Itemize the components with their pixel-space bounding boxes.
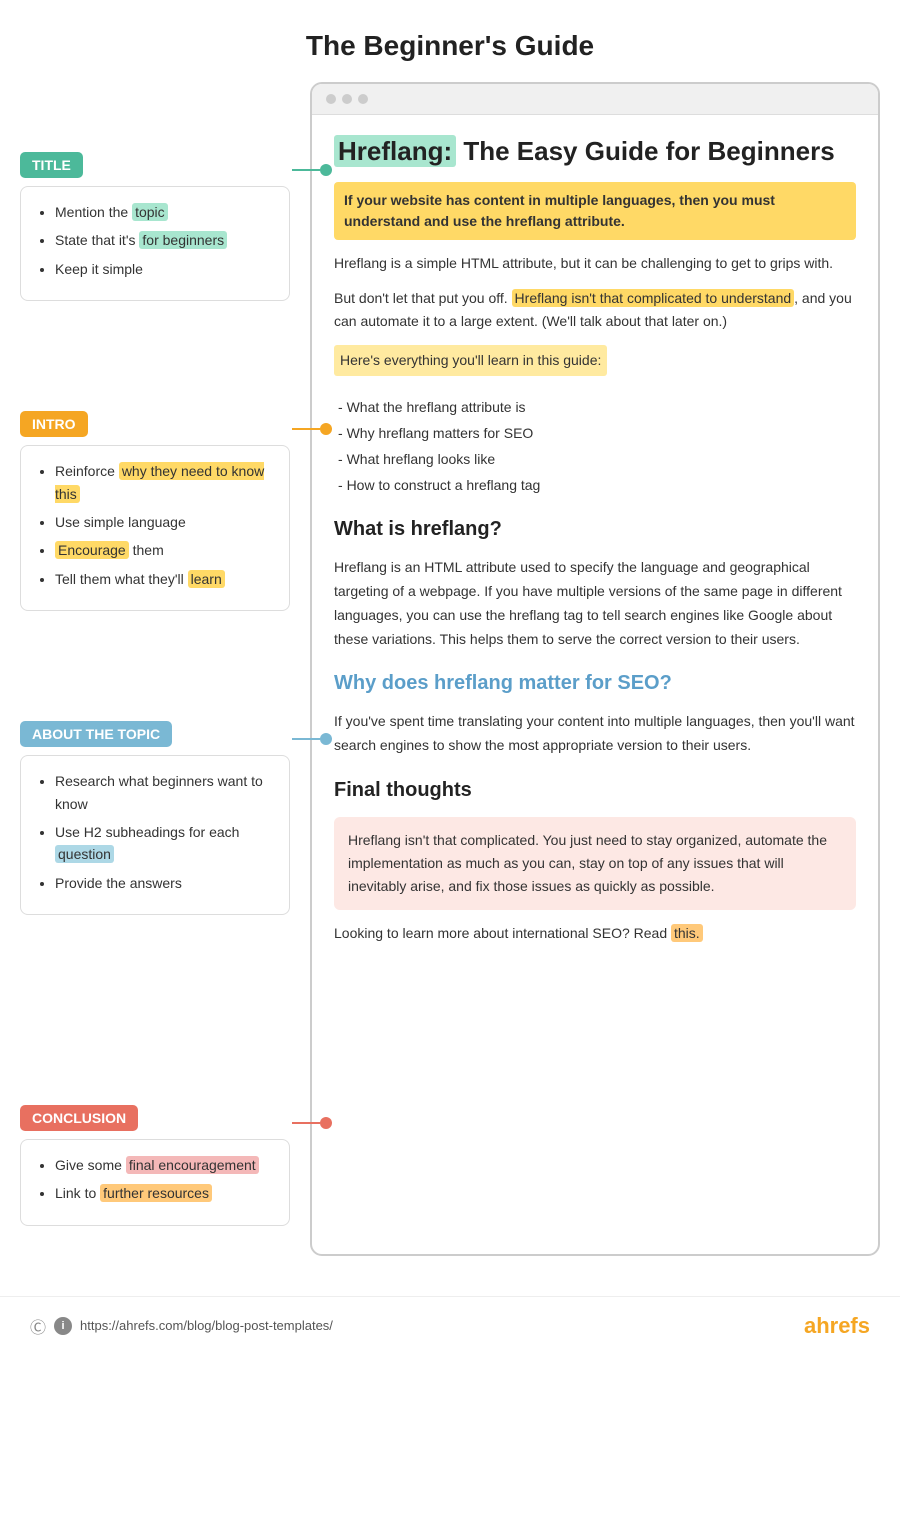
page-title: The Beginner's Guide	[0, 0, 900, 82]
h2-final-thoughts: Final thoughts	[334, 774, 856, 807]
title-item-1: Mention the topic	[55, 201, 273, 223]
about-card: Research what beginners want to know Use…	[20, 755, 290, 915]
footer: Ⓒ i https://ahrefs.com/blog/blog-post-te…	[0, 1296, 900, 1355]
browser-dot-2	[342, 94, 352, 104]
browser-bar	[312, 84, 878, 115]
intro-item-1: Reinforce why they need to know this	[55, 460, 273, 505]
title-beginners-highlight: for beginners	[139, 231, 227, 249]
title-label: TITLE	[20, 152, 83, 178]
intro-highlight-3: learn	[188, 570, 225, 588]
footer-left: Ⓒ i https://ahrefs.com/blog/blog-post-te…	[30, 1314, 333, 1338]
intro-card: Reinforce why they need to know this Use…	[20, 445, 290, 611]
read-more-prefix: Looking to learn more about internationa…	[334, 925, 671, 941]
about-item-3: Provide the answers	[55, 872, 273, 894]
para-what-is-hreflang: Hreflang is an HTML attribute used to sp…	[334, 556, 856, 651]
conclusion-label: CONCLUSION	[20, 1105, 138, 1131]
intro-highlight-2: Encourage	[55, 541, 129, 559]
toc-intro-text: Here's everything you'll learn in this g…	[334, 345, 607, 376]
intro-item-2: Use simple language	[55, 511, 273, 533]
article-title: Hreflang: The Easy Guide for Beginners	[334, 135, 856, 168]
body-text-2: But don't let that put you off. Hreflang…	[334, 287, 856, 333]
title-item-2: State that it's for beginners	[55, 229, 273, 251]
intro-section-block: INTRO Reinforce why they need to know th…	[20, 411, 290, 611]
toc-item-3: What hreflang looks like	[338, 448, 856, 471]
toc-list: What the hreflang attribute is Why hrefl…	[334, 396, 856, 497]
footer-logo: ahrefs	[804, 1313, 870, 1339]
intro-label: INTRO	[20, 411, 88, 437]
page-wrapper: The Beginner's Guide TITLE Mention the t…	[0, 0, 900, 1355]
browser-window: Hreflang: The Easy Guide for Beginners I…	[310, 82, 880, 1256]
browser-dot-1	[326, 94, 336, 104]
about-section-block: ABOUT THE TOPIC Research what beginners …	[20, 721, 290, 915]
toc-item-1: What the hreflang attribute is	[338, 396, 856, 419]
main-layout: TITLE Mention the topic State that it's …	[0, 82, 900, 1296]
intro-item-3: Encourage them	[55, 539, 273, 561]
body2-start: But don't let that put you off.	[334, 290, 512, 306]
conclusion-item-2: Link to further resources	[55, 1182, 273, 1204]
read-more-link[interactable]: this.	[671, 924, 703, 942]
info-icon: i	[54, 1317, 72, 1335]
conclusion-card: Give some final encouragement Link to fu…	[20, 1139, 290, 1226]
toc-intro: Here's everything you'll learn in this g…	[334, 345, 856, 384]
read-more-text: Looking to learn more about internationa…	[334, 922, 856, 945]
title-card: Mention the topic State that it's for be…	[20, 186, 290, 301]
title-item-3: Keep it simple	[55, 258, 273, 280]
conclusion-item-1: Give some final encouragement	[55, 1154, 273, 1176]
body-text-1: Hreflang is a simple HTML attribute, but…	[334, 252, 856, 275]
toc-item-4: How to construct a hreflang tag	[338, 474, 856, 497]
about-item-1: Research what beginners want to know	[55, 770, 273, 815]
left-panel: TITLE Mention the topic State that it's …	[20, 82, 300, 1256]
conclusion-section-block: CONCLUSION Give some final encouragement…	[20, 1105, 290, 1226]
body2-highlight: Hreflang isn't that complicated to under…	[512, 289, 795, 307]
intro-item-4: Tell them what they'll learn	[55, 568, 273, 590]
footer-url[interactable]: https://ahrefs.com/blog/blog-post-templa…	[80, 1318, 333, 1333]
conclusion-highlight-1: final encouragement	[126, 1156, 259, 1174]
browser-content: Hreflang: The Easy Guide for Beginners I…	[312, 115, 878, 977]
intro-highlight-box: If your website has content in multiple …	[334, 182, 856, 240]
conclusion-box: Hreflang isn't that complicated. You jus…	[334, 817, 856, 910]
about-label: ABOUT THE TOPIC	[20, 721, 172, 747]
h2-why-hreflang: Why does hreflang matter for SEO?	[334, 667, 856, 700]
article-title-part2: The Easy Guide for Beginners	[456, 136, 835, 166]
article-title-part1: Hreflang:	[334, 135, 456, 167]
intro-highlight-1: why they need to know this	[55, 462, 264, 502]
toc-item-2: Why hreflang matters for SEO	[338, 422, 856, 445]
about-item-2: Use H2 subheadings for each question	[55, 821, 273, 866]
h2-what-is-hreflang: What is hreflang?	[334, 513, 856, 546]
title-section-block: TITLE Mention the topic State that it's …	[20, 152, 290, 301]
para-why-hreflang: If you've spent time translating your co…	[334, 710, 856, 758]
browser-dot-3	[358, 94, 368, 104]
about-highlight-1: question	[55, 845, 114, 863]
conclusion-highlight-2: further resources	[100, 1184, 212, 1202]
cc-icon: Ⓒ	[30, 1314, 46, 1338]
title-topic-highlight: topic	[132, 203, 168, 221]
